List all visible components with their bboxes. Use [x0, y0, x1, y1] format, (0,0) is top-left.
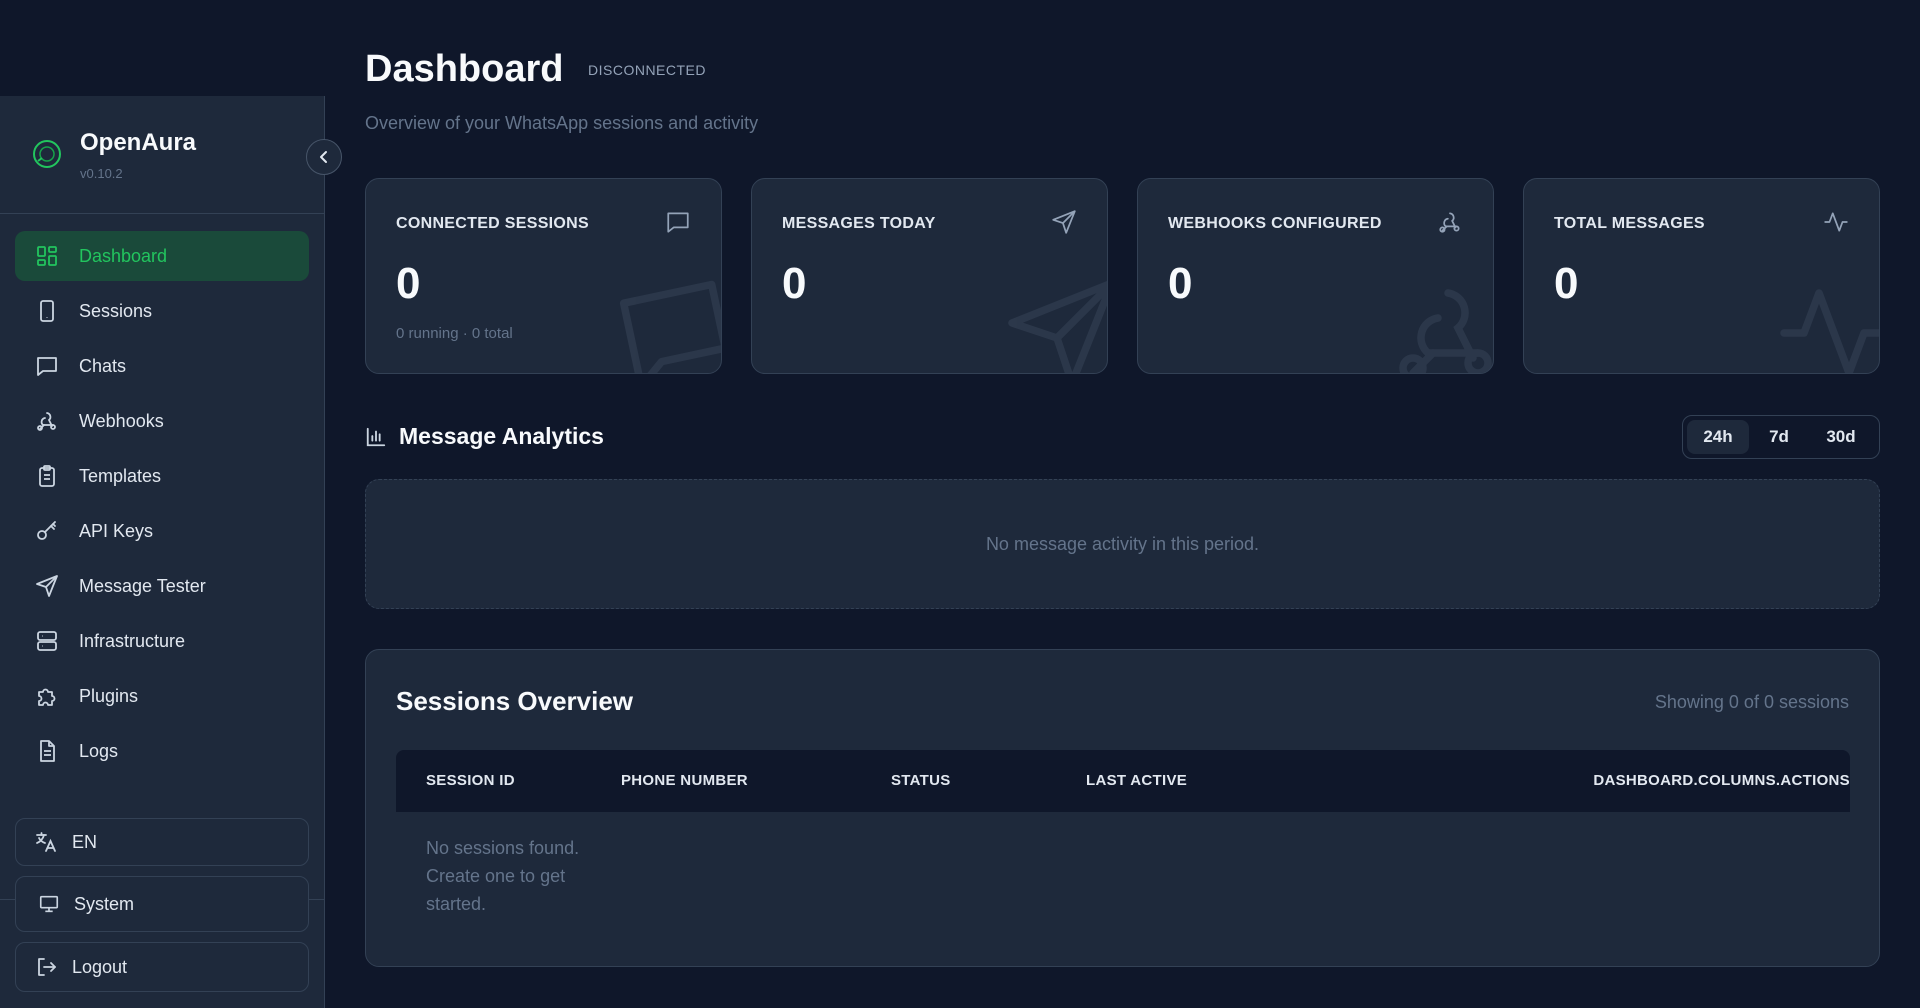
nav-label: Sessions — [79, 300, 153, 321]
nav-label: Dashboard — [79, 245, 168, 266]
language-label: EN — [72, 831, 98, 852]
range-toggle: 24h 7d 30d — [1682, 415, 1880, 459]
language-selector[interactable]: EN — [15, 818, 309, 866]
stat-value: 0 — [782, 259, 807, 308]
nav-item-infrastructure[interactable]: Infrastructure — [15, 616, 309, 666]
monitor-icon — [39, 895, 59, 913]
page-subtitle: Overview of your WhatsApp sessions and a… — [365, 113, 759, 133]
nav-label: Templates — [79, 465, 162, 486]
nav-label: Infrastructure — [79, 630, 186, 651]
chat-watermark-icon — [619, 280, 721, 373]
chat-icon — [35, 354, 59, 378]
column-header-session-id: SESSION ID — [426, 772, 515, 789]
stat-card-total-messages: TOTAL MESSAGES 0 — [1523, 178, 1880, 374]
webhook-icon — [1439, 212, 1460, 233]
stat-card-webhooks-configured: WEBHOOKS CONFIGURED 0 — [1137, 178, 1494, 374]
page-title: Dashboard — [365, 48, 564, 90]
webhook-watermark-icon — [1399, 289, 1492, 373]
nav-item-dashboard[interactable]: Dashboard — [15, 231, 309, 281]
analytics-empty-text: No message activity in this period. — [985, 533, 1260, 554]
sidebar: OpenAura v0.10.2 Dashboard Sessions Chat… — [0, 96, 342, 1008]
stat-value: 0 — [1554, 259, 1579, 308]
send-icon — [35, 574, 59, 598]
brand-name: OpenAura — [80, 129, 197, 156]
nav-label: Chats — [79, 355, 127, 376]
analytics-heading: Message Analytics — [365, 423, 604, 450]
brand-version: v0.10.2 — [80, 166, 123, 181]
webhook-icon — [35, 409, 59, 433]
stat-card-messages-today: MESSAGES TODAY 0 — [751, 178, 1108, 374]
nav-item-sessions[interactable]: Sessions — [15, 286, 309, 336]
analytics-title: Message Analytics — [399, 423, 604, 449]
activity-watermark-icon — [1780, 289, 1879, 373]
range-24h-button[interactable]: 24h — [1687, 420, 1749, 454]
openaura-logo-icon — [33, 140, 61, 168]
theme-label: System — [74, 893, 135, 914]
send-watermark-icon — [1008, 280, 1107, 373]
stat-card-connected-sessions: CONNECTED SESSIONS 0 0 running · 0 total — [365, 178, 722, 374]
collapse-sidebar-button[interactable] — [306, 139, 342, 175]
clipboard-icon — [35, 464, 59, 488]
nav-item-plugins[interactable]: Plugins — [15, 671, 309, 721]
sessions-overview: Sessions Overview Showing 0 of 0 session… — [365, 649, 1880, 967]
sessions-empty-text: No sessions found. Create one to get sta… — [426, 838, 580, 914]
key-icon — [35, 519, 59, 543]
logout-button[interactable]: Logout — [15, 942, 309, 992]
column-header-actions: DASHBOARD.COLUMNS.ACTIONS — [1593, 772, 1850, 789]
sessions-table-header: SESSION ID PHONE NUMBER STATUS LAST ACTI… — [396, 750, 1850, 812]
theme-selector[interactable]: System — [15, 876, 309, 932]
nav-label: Message Tester — [79, 575, 206, 596]
stat-sub: 0 running · 0 total — [396, 325, 513, 342]
stat-label: TOTAL MESSAGES — [1554, 215, 1705, 232]
nav-label: Plugins — [79, 685, 139, 706]
nav-item-api-keys[interactable]: API Keys — [15, 506, 309, 556]
file-icon — [35, 739, 59, 763]
logout-label: Logout — [72, 956, 128, 977]
brand: OpenAura v0.10.2 — [0, 96, 342, 214]
stat-value: 0 — [396, 259, 421, 308]
chevron-left-icon — [320, 151, 327, 163]
translate-icon — [36, 832, 56, 852]
range-7d-button[interactable]: 7d — [1749, 420, 1809, 454]
logout-icon — [38, 958, 56, 976]
sessions-count: Showing 0 of 0 sessions — [1654, 692, 1849, 712]
stat-label: CONNECTED SESSIONS — [396, 215, 589, 232]
nav-item-webhooks[interactable]: Webhooks — [15, 396, 309, 446]
grid-icon — [35, 244, 59, 268]
nav-item-templates[interactable]: Templates — [15, 451, 309, 501]
column-header-phone-number: PHONE NUMBER — [621, 772, 748, 789]
column-header-status: STATUS — [891, 772, 951, 789]
nav-item-message-tester[interactable]: Message Tester — [15, 561, 309, 611]
send-icon — [1052, 210, 1076, 234]
stat-label: WEBHOOKS CONFIGURED — [1168, 215, 1382, 232]
nav-label: Webhooks — [79, 410, 164, 431]
nav-label: API Keys — [79, 520, 154, 541]
analytics-empty-panel: No message activity in this period. — [365, 479, 1880, 609]
server-icon — [35, 629, 59, 653]
bar-chart-icon — [366, 427, 386, 446]
puzzle-icon — [35, 684, 59, 708]
stat-label: MESSAGES TODAY — [782, 215, 936, 232]
column-header-last-active: LAST ACTIVE — [1086, 772, 1188, 789]
main-nav: Dashboard Sessions Chats Webhooks Templa… — [0, 214, 324, 900]
chat-icon — [667, 212, 689, 233]
connection-status: DISCONNECTED — [588, 62, 707, 78]
nav-item-chats[interactable]: Chats — [15, 341, 309, 391]
phone-icon — [35, 299, 59, 323]
nav-item-logs[interactable]: Logs — [15, 726, 309, 776]
range-30d-button[interactable]: 30d — [1809, 420, 1873, 454]
nav-label: Logs — [79, 740, 119, 761]
stat-value: 0 — [1168, 259, 1193, 308]
activity-icon — [1824, 212, 1848, 232]
sessions-title: Sessions Overview — [396, 686, 634, 716]
